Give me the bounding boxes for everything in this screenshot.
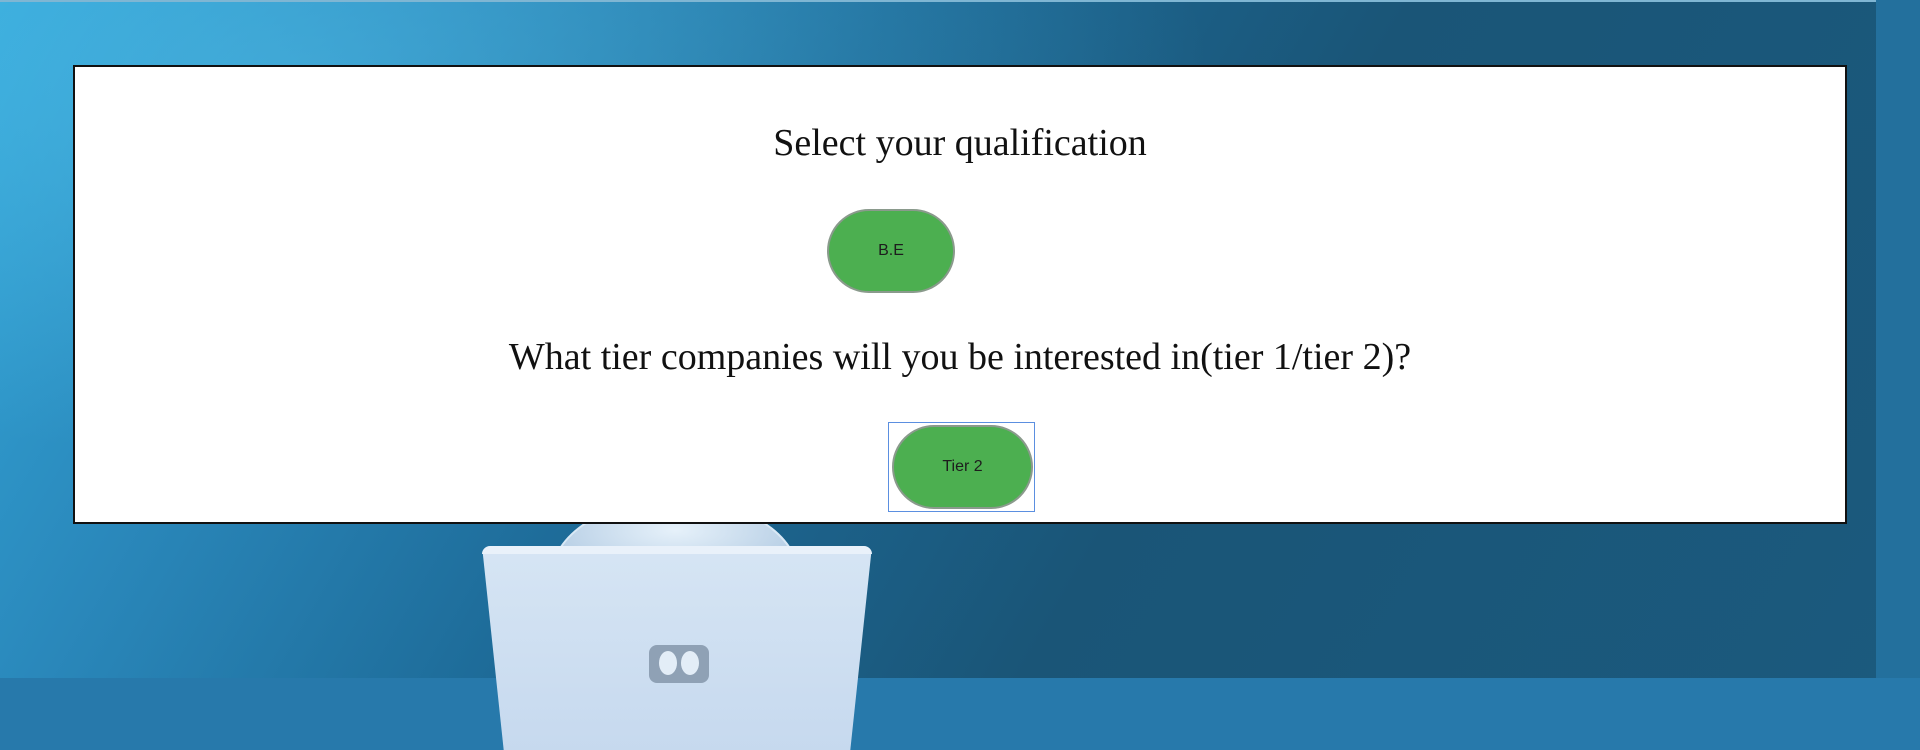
- answer-button-tier[interactable]: Tier 2: [892, 425, 1033, 509]
- right-edge-strip: [1876, 0, 1920, 750]
- laptop-logo-icon: [649, 645, 709, 683]
- question-tier-companies: What tier companies will you be interest…: [508, 336, 1412, 378]
- answer-button-qualification[interactable]: B.E: [827, 209, 955, 293]
- logo-eye-right: [681, 651, 699, 675]
- laptop-rim: [482, 546, 872, 554]
- floor-band: [0, 678, 1920, 750]
- top-edge-line: [0, 0, 1920, 2]
- question-qualification: Select your qualification: [773, 122, 1147, 164]
- survey-panel: Select your qualification B.E What tier …: [73, 65, 1847, 524]
- logo-eye-left: [659, 651, 677, 675]
